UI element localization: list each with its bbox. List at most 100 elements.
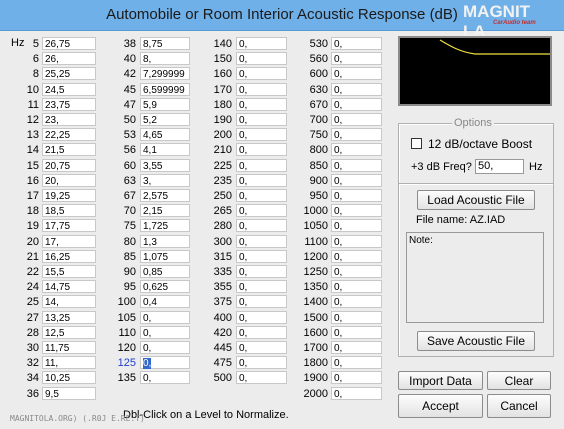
level-field-47[interactable]: 5,9 <box>140 98 190 111</box>
load-file-button[interactable]: Load Acoustic File <box>417 190 535 210</box>
level-field-140[interactable]: 0, <box>236 37 287 50</box>
level-field-210[interactable]: 0, <box>236 143 287 156</box>
level-field-63[interactable]: 3, <box>140 174 190 187</box>
level-field-355[interactable]: 0, <box>236 280 287 293</box>
accept-button[interactable]: Accept <box>398 394 483 418</box>
level-field-1700[interactable]: 0, <box>331 341 382 354</box>
level-field-22[interactable]: 15,5 <box>42 265 96 278</box>
level-field-180[interactable]: 0, <box>236 98 287 111</box>
level-field-70[interactable]: 2,15 <box>140 204 190 217</box>
freq-input[interactable]: 50, <box>475 159 524 174</box>
level-field-265[interactable]: 0, <box>236 204 287 217</box>
level-field-34[interactable]: 10,25 <box>42 371 96 384</box>
level-field-560[interactable]: 0, <box>331 52 382 65</box>
level-field-53[interactable]: 4,65 <box>140 128 190 141</box>
level-field-400[interactable]: 0, <box>236 311 287 324</box>
level-field-135[interactable]: 0, <box>140 371 190 384</box>
boost-checkbox[interactable] <box>411 138 422 149</box>
level-field-85[interactable]: 1,075 <box>140 250 190 263</box>
level-field-16[interactable]: 20, <box>42 174 96 187</box>
level-field-5[interactable]: 26,75 <box>42 37 96 50</box>
level-field-27[interactable]: 13,25 <box>42 311 96 324</box>
level-field-750[interactable]: 0, <box>331 128 382 141</box>
level-field-160[interactable]: 0, <box>236 67 287 80</box>
level-field-95[interactable]: 0,625 <box>140 280 190 293</box>
level-field-90[interactable]: 0,85 <box>140 265 190 278</box>
level-field-1100[interactable]: 0, <box>331 235 382 248</box>
level-field-170[interactable]: 0, <box>236 83 287 96</box>
level-field-235[interactable]: 0, <box>236 174 287 187</box>
level-field-17[interactable]: 19,25 <box>42 189 96 202</box>
level-field-420[interactable]: 0, <box>236 326 287 339</box>
level-field-125[interactable]: 0, <box>140 356 190 369</box>
level-field-630[interactable]: 0, <box>331 83 382 96</box>
level-field-1000[interactable]: 0, <box>331 204 382 217</box>
level-field-32[interactable]: 11, <box>42 356 96 369</box>
level-field-19[interactable]: 17,75 <box>42 219 96 232</box>
level-field-8[interactable]: 25,25 <box>42 67 96 80</box>
level-field-1350[interactable]: 0, <box>331 280 382 293</box>
level-field-200[interactable]: 0, <box>236 128 287 141</box>
level-field-800[interactable]: 0, <box>331 143 382 156</box>
level-field-105[interactable]: 0, <box>140 311 190 324</box>
level-field-28[interactable]: 12,5 <box>42 326 96 339</box>
level-field-67[interactable]: 2,575 <box>140 189 190 202</box>
level-field-24[interactable]: 14,75 <box>42 280 96 293</box>
level-field-80[interactable]: 1,3 <box>140 235 190 248</box>
level-field-13[interactable]: 22,25 <box>42 128 96 141</box>
clear-button[interactable]: Clear <box>487 371 551 390</box>
level-field-700[interactable]: 0, <box>331 113 382 126</box>
level-field-1600[interactable]: 0, <box>331 326 382 339</box>
level-field-12[interactable]: 23, <box>42 113 96 126</box>
level-field-75[interactable]: 1,725 <box>140 219 190 232</box>
level-field-1400[interactable]: 0, <box>331 295 382 308</box>
level-field-1050[interactable]: 0, <box>331 219 382 232</box>
level-field-670[interactable]: 0, <box>331 98 382 111</box>
level-field-30[interactable]: 11,75 <box>42 341 96 354</box>
level-field-1250[interactable]: 0, <box>331 265 382 278</box>
level-field-10[interactable]: 24,5 <box>42 83 96 96</box>
level-field-15[interactable]: 20,75 <box>42 159 96 172</box>
level-field-950[interactable]: 0, <box>331 189 382 202</box>
level-field-1800[interactable]: 0, <box>331 356 382 369</box>
level-field-1900[interactable]: 0, <box>331 371 382 384</box>
level-field-40[interactable]: 8, <box>140 52 190 65</box>
level-field-36[interactable]: 9,5 <box>42 387 96 400</box>
level-field-225[interactable]: 0, <box>236 159 287 172</box>
level-field-150[interactable]: 0, <box>236 52 287 65</box>
level-field-445[interactable]: 0, <box>236 341 287 354</box>
level-field-56[interactable]: 4,1 <box>140 143 190 156</box>
level-field-60[interactable]: 3,55 <box>140 159 190 172</box>
level-field-14[interactable]: 21,5 <box>42 143 96 156</box>
level-field-375[interactable]: 0, <box>236 295 287 308</box>
note-area[interactable]: Note: <box>406 232 544 323</box>
level-field-1500[interactable]: 0, <box>331 311 382 324</box>
level-field-110[interactable]: 0, <box>140 326 190 339</box>
level-field-18[interactable]: 18,5 <box>42 204 96 217</box>
cancel-button[interactable]: Cancel <box>487 394 551 418</box>
level-field-11[interactable]: 23,75 <box>42 98 96 111</box>
level-field-300[interactable]: 0, <box>236 235 287 248</box>
level-field-335[interactable]: 0, <box>236 265 287 278</box>
level-field-530[interactable]: 0, <box>331 37 382 50</box>
level-field-475[interactable]: 0, <box>236 356 287 369</box>
level-field-42[interactable]: 7,299999 <box>140 67 190 80</box>
level-field-500[interactable]: 0, <box>236 371 287 384</box>
level-field-2000[interactable]: 0, <box>331 387 382 400</box>
level-field-190[interactable]: 0, <box>236 113 287 126</box>
level-field-600[interactable]: 0, <box>331 67 382 80</box>
import-data-button[interactable]: Import Data <box>398 371 483 390</box>
level-field-850[interactable]: 0, <box>331 159 382 172</box>
level-field-120[interactable]: 0, <box>140 341 190 354</box>
save-file-button[interactable]: Save Acoustic File <box>417 331 535 351</box>
level-field-1200[interactable]: 0, <box>331 250 382 263</box>
level-field-50[interactable]: 5,2 <box>140 113 190 126</box>
level-field-280[interactable]: 0, <box>236 219 287 232</box>
level-field-20[interactable]: 17, <box>42 235 96 248</box>
level-field-6[interactable]: 26, <box>42 52 96 65</box>
level-field-38[interactable]: 8,75 <box>140 37 190 50</box>
level-field-315[interactable]: 0, <box>236 250 287 263</box>
level-field-21[interactable]: 16,25 <box>42 250 96 263</box>
level-field-100[interactable]: 0,4 <box>140 295 190 308</box>
level-field-900[interactable]: 0, <box>331 174 382 187</box>
